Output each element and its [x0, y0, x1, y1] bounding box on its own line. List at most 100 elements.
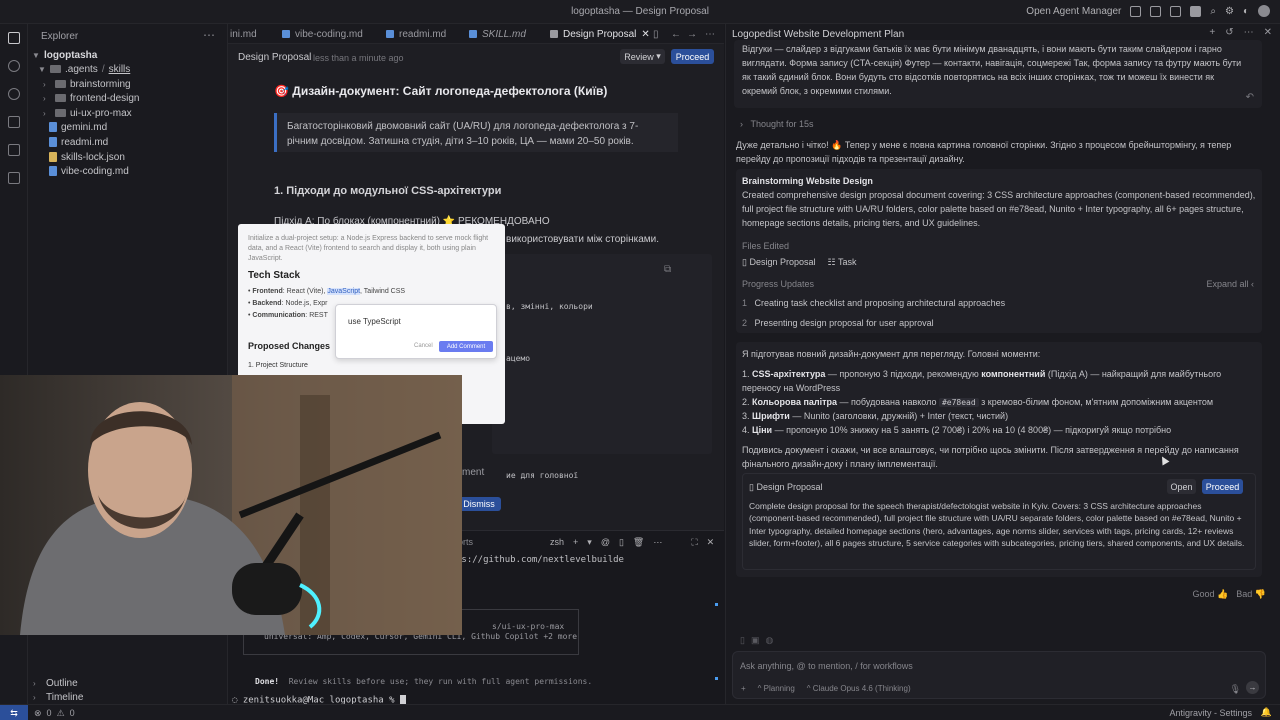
file-chip[interactable]: ☷ Task — [828, 255, 857, 269]
globe-icon[interactable]: ◍ — [765, 635, 773, 646]
more-actions-icon[interactable]: ⋯ — [1244, 27, 1254, 38]
extensions-icon[interactable] — [8, 172, 20, 184]
model-selector[interactable]: ^ Claude Opus 4.6 (Thinking) — [807, 682, 911, 696]
more-actions-icon[interactable]: ⋯ — [203, 28, 215, 42]
tree-item-agents[interactable]: ▼ .agents / skills — [38, 62, 130, 76]
trash-icon[interactable]: 🗑 — [633, 537, 644, 548]
thought-toggle[interactable]: › Thought for 15s — [740, 117, 814, 131]
image-icon[interactable]: ▣ — [751, 635, 760, 646]
attachment-icon[interactable]: ▯ — [740, 635, 745, 646]
tab[interactable]: readmi.md — [386, 24, 446, 44]
more-actions-icon[interactable]: ⋯ — [705, 24, 715, 44]
new-chat-icon[interactable]: + — [1209, 27, 1215, 38]
more-actions-icon[interactable]: ⋯ — [653, 537, 662, 548]
agent-title: Logopedist Website Development Plan — [732, 29, 905, 40]
folder-icon — [55, 109, 66, 117]
search-icon[interactable]: ⌕ — [1210, 6, 1216, 17]
open-agent-manager-button[interactable]: Open Agent Manager — [1026, 6, 1121, 17]
send-icon[interactable]: → — [1246, 681, 1259, 694]
tree-item[interactable]: skills-lock.json — [49, 150, 125, 164]
terminal-toolbar: zsh + ▾ @ ▯ 🗑 ⋯ ⛶ ✕ — [550, 537, 714, 548]
terminal-shell-label[interactable]: zsh — [550, 537, 564, 548]
chevron-down-icon: ▼ — [38, 64, 46, 74]
title-bar: logoptasha — Design Proposal Open Agent … — [0, 0, 1280, 24]
remote-indicator-icon[interactable]: ⇆ — [0, 705, 28, 720]
explorer-icon[interactable] — [8, 32, 20, 44]
tree-item[interactable]: vibe-coding.md — [49, 164, 129, 178]
layout-icon[interactable] — [1150, 5, 1162, 17]
attach-icon[interactable]: + — [741, 682, 746, 696]
tab[interactable]: SKILL.md — [469, 24, 526, 44]
undo-icon[interactable]: ↶ — [1246, 92, 1254, 103]
terminal-line: Done! Review skills before use; they run… — [255, 677, 593, 686]
split-terminal-icon[interactable]: ▯ — [619, 537, 624, 548]
bad-feedback-button[interactable]: Bad 👎 — [1236, 587, 1266, 601]
chevron-down-icon[interactable]: ▾ — [587, 537, 592, 548]
tab[interactable]: ini.md — [230, 24, 257, 44]
outline-section[interactable]: › Outline — [33, 678, 78, 689]
summary-point: 1. CSS-архітектура — пропоную 3 підходи,… — [742, 369, 1222, 393]
agent-panel: Logopedist Website Development Plan + ↺ … — [725, 24, 1280, 704]
toggle-agent-icon[interactable] — [1190, 5, 1202, 17]
summary-point: 4. Ціни — пропоную 10% знижку на 5 занят… — [742, 425, 1172, 435]
chevron-right-icon: › — [33, 679, 36, 688]
close-icon[interactable]: ✕ — [641, 29, 649, 40]
toggle-panel-icon[interactable] — [1170, 5, 1182, 17]
toggle-sidebar-icon[interactable] — [1130, 5, 1142, 17]
maximize-icon[interactable]: ⛶ — [691, 537, 697, 548]
remote-icon[interactable] — [8, 144, 20, 156]
tab-design-proposal[interactable]: Design Proposal ✕ — [550, 24, 650, 44]
problems-indicator[interactable]: ⊗ 0 ⚠ 0 — [34, 708, 75, 719]
doc-callout: Багатосторінковий двомовний сайт (UA/RU)… — [274, 113, 678, 152]
run-debug-icon[interactable] — [8, 116, 20, 128]
source-control-icon[interactable] — [8, 88, 20, 100]
summary-point: 2. Кольорова палітра — побудована навкол… — [742, 397, 1214, 407]
review-dropdown[interactable]: Review ▾ — [620, 49, 665, 64]
copy-icon[interactable]: ⧉ — [664, 264, 671, 275]
close-icon[interactable]: ✕ — [1264, 27, 1272, 38]
chevron-right-icon: › — [43, 93, 46, 103]
proceed-button[interactable]: Proceed — [671, 49, 714, 64]
expand-all-button[interactable]: Expand all ‹ — [1206, 277, 1254, 291]
progress-step: 1 Creating task checklist and proposing … — [742, 298, 1006, 308]
tree-item[interactable]: readmi.md — [49, 135, 108, 149]
account-icon[interactable]: ◐ — [1243, 6, 1249, 17]
doc-paragraph: використовувати між сторінками. — [506, 234, 659, 245]
popup-list-item: • Backend: Node.js, Expr — [248, 300, 328, 307]
chat-input-box[interactable]: Ask anything, @ to mention, / for workfl… — [732, 651, 1266, 699]
popup-heading: Proposed Changes — [248, 341, 331, 351]
search-icon[interactable] — [8, 60, 20, 72]
split-editor-icon[interactable]: ▯ — [653, 24, 659, 44]
mention-icon[interactable]: @ — [601, 537, 610, 548]
forward-arrow-icon[interactable]: → — [687, 24, 697, 44]
tree-item[interactable]: › frontend-design — [43, 91, 140, 105]
avatar[interactable] — [1258, 5, 1270, 17]
close-icon[interactable]: ✕ — [707, 537, 715, 548]
open-button[interactable]: Open — [1167, 479, 1196, 494]
tab[interactable]: vibe-coding.md — [282, 24, 363, 44]
file-chip[interactable]: ▯ Design Proposal — [742, 255, 816, 269]
notifications-icon[interactable]: 🔔 — [1261, 707, 1272, 718]
microphone-icon[interactable]: 🎙 — [1230, 682, 1241, 696]
tree-item[interactable]: › brainstorming — [43, 77, 131, 91]
add-comment-button[interactable]: Add Comment — [439, 341, 493, 352]
tree-item[interactable]: gemini.md — [49, 120, 107, 134]
back-arrow-icon[interactable]: ← — [671, 24, 681, 44]
comment-input[interactable]: use TypeScript — [348, 317, 401, 326]
edited-files: ▯ Design Proposal ☷ Task — [742, 255, 856, 269]
settings-icon[interactable]: ⚙ — [1225, 6, 1234, 17]
files-edited-label: Files Edited — [742, 241, 790, 251]
mode-selector[interactable]: ^ Planning — [758, 682, 795, 696]
tree-item[interactable]: › ui-ux-pro-max — [43, 106, 132, 120]
proceed-button[interactable]: Proceed — [1202, 479, 1243, 494]
settings-link[interactable]: Antigravity - Settings — [1169, 708, 1252, 718]
dismiss-button[interactable]: Dismiss — [457, 497, 501, 511]
good-feedback-button[interactable]: Good 👍 — [1193, 587, 1229, 601]
doc-preview-card: ▯ Design Proposal Open Proceed Complete … — [742, 473, 1256, 570]
add-terminal-icon[interactable]: + — [573, 537, 578, 548]
timeline-section[interactable]: › Timeline — [33, 692, 83, 703]
chat-input[interactable]: Ask anything, @ to mention, / for workfl… — [740, 659, 913, 673]
tree-root[interactable]: ▼ logoptasha — [32, 48, 97, 62]
history-icon[interactable]: ↺ — [1225, 27, 1233, 38]
cancel-button[interactable]: Cancel — [414, 343, 433, 349]
